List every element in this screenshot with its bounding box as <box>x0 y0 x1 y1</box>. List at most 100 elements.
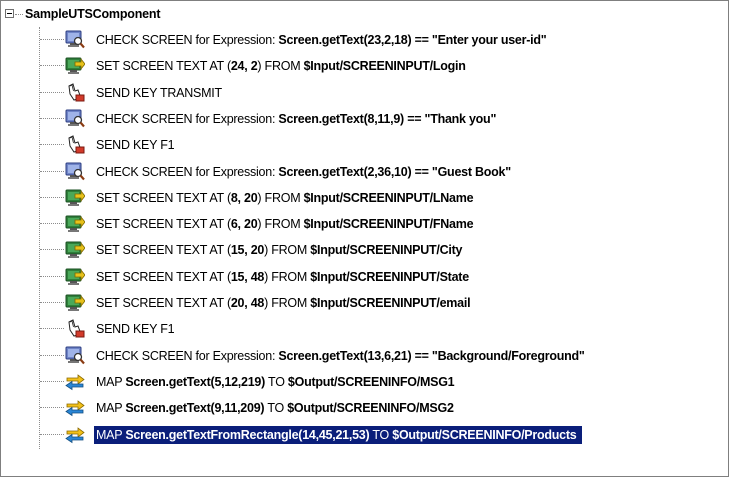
tree-connector <box>15 14 23 15</box>
label-bold: 15, 20 <box>230 243 265 258</box>
check-screen-icon <box>65 162 85 181</box>
tree-connector <box>40 170 64 172</box>
tree-connector <box>40 302 64 303</box>
label-prefix: SET SCREEN TEXT AT ( <box>96 243 231 258</box>
label-prefix: SET SCREEN TEXT AT ( <box>96 296 231 310</box>
tree-node-label: MAP Screen.getText(5,12,219) TO $Output/… <box>89 374 457 390</box>
map-icon <box>65 425 85 444</box>
tree-node-label: CHECK SCREEN for Expression: Screen.getT… <box>89 348 588 364</box>
tree-connector <box>40 91 64 93</box>
set-screen-text-icon <box>65 214 86 233</box>
label-bold: 15, 48 <box>230 269 265 284</box>
label-prefix: SET SCREEN TEXT AT ( <box>96 269 231 284</box>
collapse-toggle-icon[interactable] <box>5 9 14 18</box>
label-bold: Screen.getTextFromRectangle(14,45,21,53) <box>125 427 370 442</box>
tree-node-label: MAP Screen.getTextFromRectangle(14,45,21… <box>94 425 583 444</box>
label-bold: 8, 20 <box>230 190 258 205</box>
label-bold2: $Input/SCREENINPUT/State <box>310 269 469 284</box>
tree-connector <box>40 65 64 67</box>
check-screen-icon <box>65 346 85 365</box>
check-screen-icon <box>65 30 85 49</box>
tree-node-label: SET SCREEN TEXT AT (6, 20) FROM $Input/S… <box>89 216 476 232</box>
check-screen-icon <box>65 109 85 128</box>
set-screen-text-icon <box>65 56 86 75</box>
label-bold2: $Input/SCREENINPUT/City <box>310 243 463 258</box>
label-bold: 6, 20 <box>230 217 258 232</box>
label-prefix: MAP <box>96 374 126 389</box>
set-screen-text-icon <box>65 267 86 286</box>
tree-connector <box>40 223 64 225</box>
tree-connector <box>40 433 64 435</box>
label-mid: TO <box>265 374 288 389</box>
label-bold: Screen.getText(8,11,9) == "Thank you" <box>278 111 497 126</box>
label-prefix: SET SCREEN TEXT AT ( <box>96 217 231 232</box>
label-prefix: SEND KEY TRANSMIT <box>96 85 222 100</box>
send-key-icon <box>65 135 85 154</box>
label-prefix: CHECK SCREEN for Expression: <box>96 348 279 363</box>
label-prefix: MAP <box>96 401 126 416</box>
map-icon <box>65 372 85 391</box>
tree-connector <box>40 380 64 382</box>
tree-node-label: CHECK SCREEN for Expression: Screen.getT… <box>89 111 499 127</box>
set-screen-text-icon <box>65 188 86 207</box>
label-prefix: SEND KEY F1 <box>96 138 175 153</box>
tree-connector <box>40 275 64 277</box>
send-key-icon <box>65 319 85 338</box>
label-bold2: $Output/SCREENINFO/MSG1 <box>287 374 455 389</box>
tree-node-label: SEND KEY F1 <box>89 321 177 337</box>
tree-connector <box>40 249 64 251</box>
label-bold2: $Output/SCREENINFO/Products <box>392 427 577 442</box>
tree-node-label: SEND KEY F1 <box>89 137 177 153</box>
tree-node-label: CHECK SCREEN for Expression: Screen.getT… <box>89 32 549 48</box>
label-bold: Screen.getText(13,6,21) == "Background/F… <box>278 348 585 363</box>
root-node-label: SampleUTSComponent <box>25 7 161 21</box>
map-icon <box>65 398 85 417</box>
tree-node-label: SET SCREEN TEXT AT (8, 20) FROM $Input/S… <box>89 190 476 206</box>
label-prefix: MAP <box>96 427 126 442</box>
label-bold2: $Output/SCREENINFO/MSG2 <box>287 401 454 416</box>
label-bold: Screen.getText(9,11,209) <box>125 401 265 416</box>
label-mid: ) FROM <box>264 269 311 284</box>
tree-connector <box>40 39 64 40</box>
label-mid: ) FROM <box>264 243 311 258</box>
label-mid: ) FROM <box>257 59 304 74</box>
label-prefix: CHECK SCREEN for Expression: <box>96 33 279 47</box>
label-prefix: SET SCREEN TEXT AT ( <box>96 59 231 74</box>
tree-connector <box>40 407 64 409</box>
label-bold2: $Input/SCREENINPUT/Login <box>303 59 466 74</box>
label-bold: 24, 2 <box>230 59 258 74</box>
tree-node-label: MAP Screen.getText(9,11,209) TO $Output/… <box>89 400 457 416</box>
tree-vertical-connector <box>39 27 40 449</box>
label-bold: Screen.getText(23,2,18) == "Enter your u… <box>278 33 547 47</box>
tree-node-label: SET SCREEN TEXT AT (15, 20) FROM $Input/… <box>89 242 465 258</box>
tree-connector <box>40 354 64 356</box>
label-mid: ) FROM <box>264 296 311 310</box>
set-screen-text-icon <box>65 240 86 259</box>
tree-node-label: SET SCREEN TEXT AT (20, 48) FROM $Input/… <box>89 295 473 311</box>
tree-view[interactable]: SampleUTSComponent CHECK SCREEN for Expr… <box>0 0 729 477</box>
tree-connector <box>40 196 64 198</box>
send-key-icon <box>65 82 85 102</box>
label-mid: ) FROM <box>257 217 304 232</box>
label-bold2: $Input/SCREENINPUT/FName <box>303 217 474 232</box>
label-prefix: CHECK SCREEN for Expression: <box>96 111 279 126</box>
label-bold2: $Input/SCREENINPUT/LName <box>303 190 474 205</box>
tree-node-label: SEND KEY TRANSMIT <box>89 85 225 101</box>
label-mid: TO <box>369 427 393 442</box>
label-bold: Screen.getText(5,12,219) <box>125 374 266 389</box>
label-mid: ) FROM <box>257 190 304 205</box>
label-prefix: CHECK SCREEN for Expression: <box>96 164 279 179</box>
set-screen-text-icon <box>65 293 86 312</box>
label-mid: TO <box>264 401 288 416</box>
label-bold: Screen.getText(2,36,10) == "Guest Book" <box>278 164 511 179</box>
label-bold: 20, 48 <box>230 296 265 310</box>
tree-connector <box>40 328 64 330</box>
label-prefix: SET SCREEN TEXT AT ( <box>96 190 231 205</box>
tree-connector <box>40 144 64 146</box>
tree-node-label: CHECK SCREEN for Expression: Screen.getT… <box>89 164 514 180</box>
label-bold2: $Input/SCREENINPUT/email <box>310 296 471 310</box>
label-prefix: SEND KEY F1 <box>96 322 175 337</box>
tree-node-label: SET SCREEN TEXT AT (24, 2) FROM $Input/S… <box>89 58 469 74</box>
tree-connector <box>40 117 64 119</box>
tree-node-label: SET SCREEN TEXT AT (15, 48) FROM $Input/… <box>89 269 472 285</box>
